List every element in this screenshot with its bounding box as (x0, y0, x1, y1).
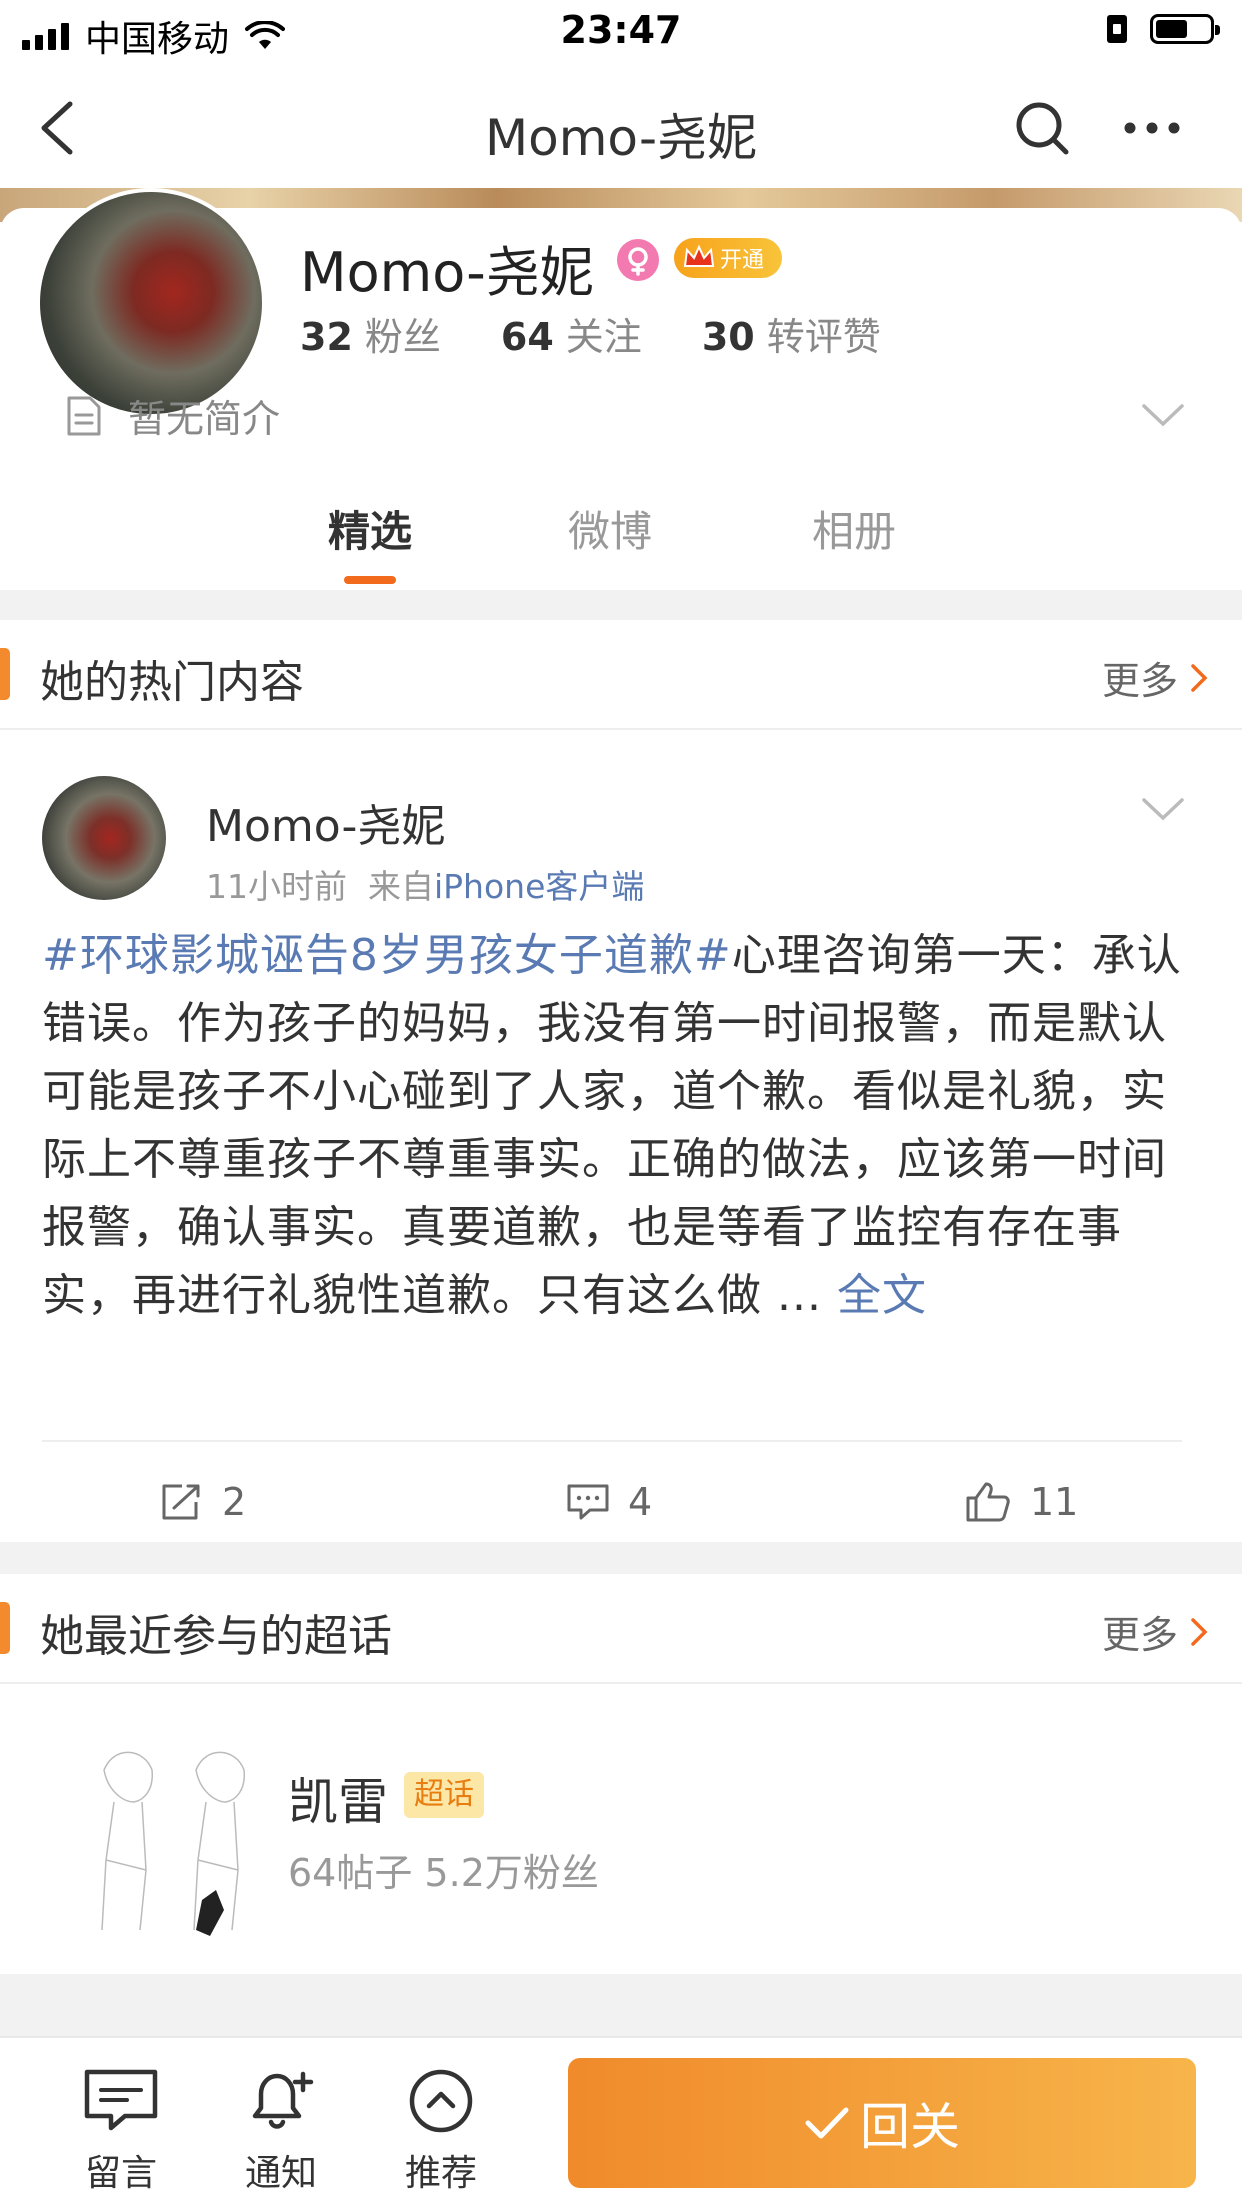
profile-tabs: 精选 微博 相册 (0, 498, 1242, 588)
chevron-down-icon[interactable] (1140, 794, 1186, 824)
post-hashtag[interactable]: #环球影城诬告8岁男孩女子道歉# (42, 930, 732, 981)
hot-section-title: 她的热门内容 (40, 657, 304, 708)
follow-back-button[interactable]: 回关 (568, 2058, 1196, 2188)
section-divider (0, 1542, 1242, 1574)
checkmark-icon (805, 2107, 849, 2139)
search-icon[interactable] (1012, 98, 1072, 158)
post-body: 心理咨询第一天：承认错误。作为孩子的妈妈，我没有第一时间报警，而是默认可能是孩子… (42, 930, 1182, 1321)
profile-avatar[interactable] (36, 188, 266, 418)
bio-text: 暂无简介 (128, 397, 281, 441)
topic-thumbnail[interactable] (84, 1740, 264, 1940)
post-actions: 2 4 11 (0, 1452, 1242, 1542)
post-avatar[interactable] (42, 776, 166, 900)
more-icon[interactable] (1120, 98, 1184, 158)
super-topic-card[interactable]: 凯雷 超话 64帖子 5.2万粉丝 (0, 1684, 1242, 1974)
stat-value: 64 (500, 315, 554, 359)
chevron-right-icon (1191, 1617, 1208, 1646)
more-label: 更多 (1101, 659, 1178, 703)
repost-button[interactable]: 2 (160, 1480, 246, 1524)
hot-more-link[interactable]: 更多 (1102, 650, 1208, 705)
topic-section-header: 她最近参与的超话 更多 (0, 1574, 1242, 1684)
recommend-button[interactable]: 推荐 (376, 2068, 506, 2196)
like-button[interactable]: 11 (964, 1480, 1078, 1524)
nav-bar: Momo-尧妮 (0, 62, 1242, 190)
post-divider (42, 1440, 1182, 1442)
section-divider (0, 1974, 1242, 2036)
status-right (1106, 14, 1220, 44)
section-marker (0, 1602, 10, 1654)
stat-label: 转评赞 (766, 315, 881, 359)
recommend-label: 推荐 (404, 2153, 477, 2194)
notify-label: 通知 (244, 2153, 317, 2194)
tab-indicator (344, 576, 396, 584)
topic-meta: 64帖子 5.2万粉丝 (288, 1851, 599, 1895)
chevron-down-icon[interactable] (1140, 400, 1186, 430)
battery-level (1156, 20, 1187, 38)
stat-interactions[interactable]: 30 转评赞 (702, 306, 881, 361)
message-icon (84, 2069, 158, 2131)
bottom-bar: 留言 通知 推荐 回关 (0, 2036, 1242, 2208)
profile-page: 中国移动 23:47 Momo-尧妮 Momo-尧妮 开通 32 粉丝 64 关… (0, 0, 1242, 2208)
super-topic-badge: 超话 (404, 1772, 484, 1818)
document-icon (67, 396, 101, 435)
tab-featured[interactable]: 精选 (290, 498, 450, 559)
crown-icon (683, 244, 715, 267)
post-card[interactable]: Momo-尧妮 11小时前 来自iPhone客户端 #环球影城诬告8岁男孩女子道… (0, 732, 1242, 1542)
notify-button[interactable]: 通知 (216, 2068, 346, 2196)
profile-name: Momo-尧妮 (300, 241, 594, 304)
follow-back-label: 回关 (860, 2098, 960, 2156)
message-label: 留言 (84, 2153, 157, 2194)
bell-plus-icon (252, 2071, 314, 2129)
battery-icon (1150, 14, 1220, 44)
profile-stats: 32 粉丝 64 关注 30 转评赞 (300, 306, 941, 361)
profile-card: Momo-尧妮 开通 32 粉丝 64 关注 30 转评赞 暂无简介 精选 微博… (0, 188, 1242, 590)
post-source[interactable]: iPhone客户端 (434, 867, 644, 906)
more-label: 更多 (1101, 1613, 1178, 1657)
stat-label: 粉丝 (364, 315, 441, 359)
full-text-link[interactable]: 全文 (837, 1270, 927, 1321)
tab-weibo[interactable]: 微博 (530, 498, 690, 559)
like-icon (966, 1482, 1010, 1522)
tab-album[interactable]: 相册 (774, 498, 934, 559)
status-bar: 中国移动 23:47 (0, 0, 1242, 62)
comment-count: 4 (628, 1480, 653, 1524)
vip-open-badge[interactable]: 开通 (674, 238, 782, 278)
vip-label: 开通 (720, 248, 765, 273)
bio-row[interactable]: 暂无简介 (66, 388, 280, 443)
stat-label: 关注 (565, 315, 642, 359)
section-divider (0, 590, 1242, 620)
like-count: 11 (1030, 1480, 1079, 1524)
stat-value: 30 (701, 315, 755, 359)
chevron-right-icon (1191, 663, 1208, 692)
stat-following[interactable]: 64 关注 (501, 306, 642, 361)
post-source-prefix: 来自 (367, 867, 434, 906)
stat-followers[interactable]: 32 粉丝 (300, 306, 441, 361)
comment-icon (567, 1484, 609, 1520)
orientation-lock-icon (1107, 15, 1127, 43)
post-time: 11小时前 (206, 867, 347, 906)
stat-value: 32 (300, 315, 353, 359)
hot-section-header: 她的热门内容 更多 (0, 620, 1242, 730)
repost-icon (162, 1484, 200, 1520)
message-button[interactable]: 留言 (56, 2068, 186, 2196)
post-meta: 11小时前 来自iPhone客户端 (206, 860, 644, 908)
section-marker (0, 648, 10, 700)
status-time: 23:47 (560, 8, 682, 52)
post-text: #环球影城诬告8岁男孩女子道歉#心理咨询第一天：承认错误。作为孩子的妈妈，我没有… (42, 922, 1202, 1330)
female-gender-icon (617, 239, 659, 281)
repost-count: 2 (222, 1480, 247, 1524)
topic-name: 凯雷 (288, 1773, 388, 1831)
post-author[interactable]: Momo-尧妮 (206, 790, 445, 854)
comment-button[interactable]: 4 (566, 1480, 652, 1524)
topic-more-link[interactable]: 更多 (1102, 1604, 1208, 1659)
recommend-icon (409, 2069, 473, 2133)
topic-section-title: 她最近参与的超话 (40, 1611, 392, 1662)
